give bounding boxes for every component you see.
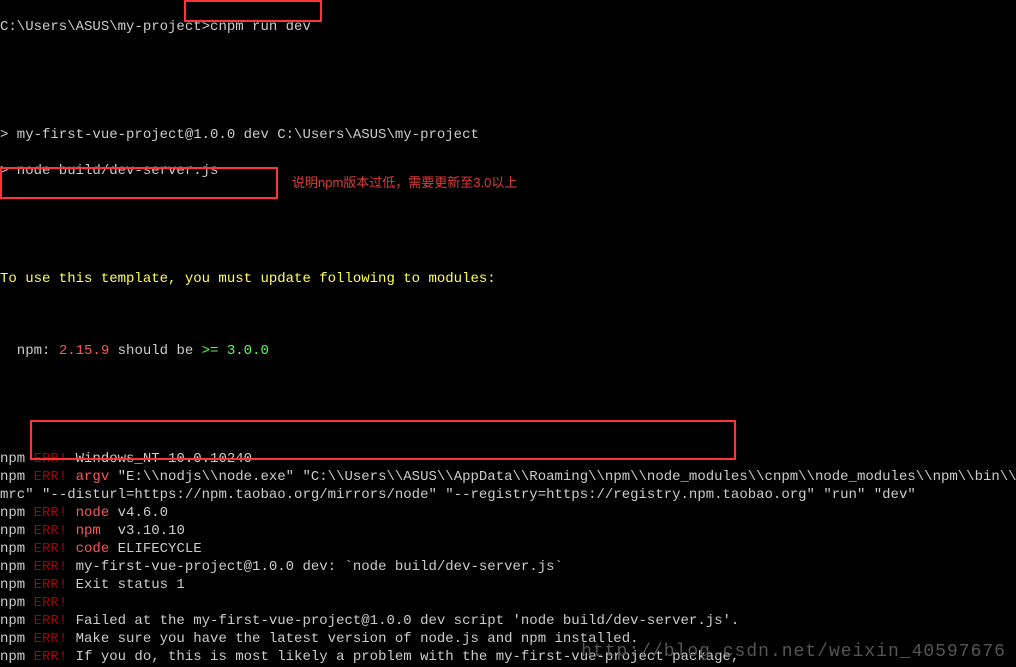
err-bang: ERR!	[34, 577, 68, 593]
err-bang: ERR!	[34, 559, 68, 575]
err-bang: ERR!	[34, 613, 68, 629]
err-bang: ERR!	[34, 505, 68, 521]
npm-label: npm:	[0, 343, 59, 359]
error-text: Failed at the my-first-vue-project@1.0.0…	[67, 613, 739, 629]
prompt-path: C:\Users\ASUS\my-project>	[0, 19, 210, 35]
err-bang: ERR!	[34, 541, 68, 557]
error-block: npm ERR! Windows_NT 10.0.10240 npm ERR! a…	[0, 450, 1016, 667]
npm-prefix: npm	[0, 595, 34, 611]
template-notice: To use this template, you must update fo…	[0, 270, 1016, 288]
npm-prefix: npm	[0, 541, 34, 557]
error-text: v3.10.10	[109, 523, 185, 539]
npm-prefix: npm	[0, 613, 34, 629]
npm-prefix: npm	[0, 451, 34, 467]
npm-prefix: npm	[0, 577, 34, 593]
npm-version: 2.15.9	[59, 343, 109, 359]
npm-prefix: npm	[0, 469, 34, 485]
npm-prefix: npm	[0, 505, 34, 521]
error-text: v4.6.0	[109, 505, 168, 521]
error-text: Make sure you have the latest version of…	[67, 631, 638, 647]
error-label: npm	[67, 523, 109, 539]
error-text: Exit status 1	[67, 577, 185, 593]
err-bang: ERR!	[34, 451, 68, 467]
npm-prefix: npm	[0, 649, 34, 665]
err-bang: ERR!	[34, 595, 68, 611]
npm-prefix: npm	[0, 559, 34, 575]
annotation-text: 说明npm版本过低，需要更新至3.0以上	[292, 174, 517, 192]
npm-target: >= 3.0.0	[202, 343, 269, 359]
err-bang: ERR!	[34, 469, 68, 485]
error-text: "E:\\nodjs\\node.exe" "C:\\Users\\ASUS\\…	[109, 469, 1016, 485]
watermark: http://blog.csdn.net/weixin_40597676	[581, 643, 1006, 661]
npm-prefix: npm	[0, 631, 34, 647]
error-label: argv	[67, 469, 109, 485]
command: cnpm run dev	[210, 19, 311, 35]
npm-prefix: npm	[0, 523, 34, 539]
error-label: node	[67, 505, 109, 521]
script-header-1: > my-first-vue-project@1.0.0 dev C:\User…	[0, 126, 1016, 144]
error-text: "--disturl=https://npm.taobao.org/mirror…	[34, 487, 916, 503]
err-bang: ERR!	[34, 649, 68, 665]
error-text: ELIFECYCLE	[109, 541, 201, 557]
error-prefix: mrc"	[0, 487, 34, 503]
npm-should: should be	[109, 343, 201, 359]
error-text: my-first-vue-project@1.0.0 dev: `node bu…	[67, 559, 563, 575]
terminal[interactable]: C:\Users\ASUS\my-project>cnpm run dev > …	[0, 0, 1016, 667]
err-bang: ERR!	[34, 631, 68, 647]
error-text: Windows_NT 10.0.10240	[67, 451, 252, 467]
error-label: code	[67, 541, 109, 557]
err-bang: ERR!	[34, 523, 68, 539]
